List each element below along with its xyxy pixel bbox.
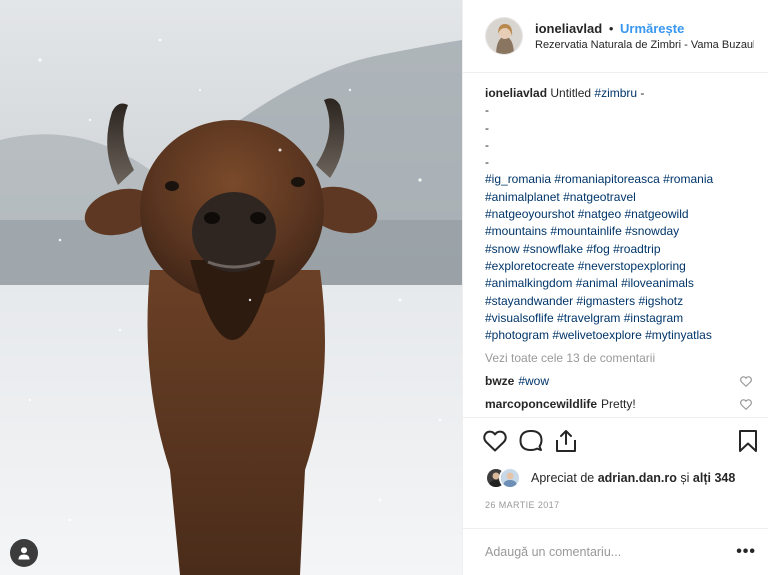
heart-icon[interactable] bbox=[740, 376, 752, 388]
liker-avatars bbox=[485, 467, 523, 489]
hashtag-link[interactable]: #ig_romania bbox=[485, 172, 551, 186]
hashtag-link[interactable]: #snow bbox=[485, 242, 520, 256]
hashtag-link[interactable]: #neverstopexploring bbox=[578, 259, 686, 273]
hashtag-line: #stayandwander #igmasters #igshotz bbox=[485, 293, 752, 310]
caption-dash-line: - bbox=[485, 103, 489, 118]
comment-icon bbox=[519, 429, 543, 451]
hashtag-link[interactable]: #roadtrip bbox=[613, 242, 660, 256]
hashtag-line: #animalkingdom #animal #iloveanimals bbox=[485, 275, 752, 292]
profile-picture-icon bbox=[501, 469, 519, 487]
heart-icon[interactable] bbox=[740, 399, 752, 411]
hashtag-line: #visualsoflife #travelgram #instagram bbox=[485, 310, 752, 327]
hashtag-link[interactable]: #mountainlife bbox=[550, 224, 621, 238]
hashtag-link[interactable]: #iloveanimals bbox=[621, 276, 694, 290]
hashtag-link[interactable]: #wow bbox=[518, 374, 549, 388]
post-modal: ioneliavlad • Urmărește Rezervatia Natur… bbox=[0, 0, 768, 575]
heart-icon bbox=[483, 430, 507, 451]
likes-row: Apreciat de adrian.dan.ro și alți 348 bbox=[463, 463, 768, 493]
profile-picture-icon bbox=[486, 18, 522, 54]
header-separator: • bbox=[608, 20, 614, 36]
save-button[interactable] bbox=[722, 426, 758, 456]
comment-text-wrap: bwze #wow bbox=[485, 373, 549, 390]
hashtag-line: #exploretocreate #neverstopexploring bbox=[485, 258, 752, 275]
post-header: ioneliavlad • Urmărește Rezervatia Natur… bbox=[463, 0, 768, 73]
hashtag-link[interactable]: #snowflake bbox=[523, 242, 583, 256]
hashtag-link[interactable]: #photogram bbox=[485, 328, 549, 342]
caption-dash-line: - bbox=[485, 155, 489, 170]
caption-first-line: ioneliavlad Untitled #zimbru - bbox=[485, 85, 752, 102]
person-icon bbox=[18, 547, 30, 560]
caption-title: Untitled bbox=[550, 86, 592, 100]
caption-username[interactable]: ioneliavlad bbox=[485, 86, 547, 100]
likes-summary: Apreciat de adrian.dan.ro și alți 348 bbox=[531, 471, 735, 485]
liker-username[interactable]: adrian.dan.ro bbox=[598, 471, 677, 485]
add-comment-bar: ••• bbox=[463, 528, 768, 575]
header-user-row: ioneliavlad • Urmărește bbox=[535, 20, 754, 37]
hashtag-link[interactable]: #instagram bbox=[624, 311, 683, 325]
hashtag-link[interactable]: #zimbru bbox=[594, 86, 637, 100]
hashtag-link[interactable]: #exploretocreate bbox=[485, 259, 574, 273]
comment-button[interactable] bbox=[519, 426, 555, 456]
hashtag-line: #snow #snowflake #fog #roadtrip bbox=[485, 241, 752, 258]
hashtag-line: #mountains #mountainlife #snowday bbox=[485, 223, 752, 240]
view-all-comments-link[interactable]: Vezi toate cele 13 de comentarii bbox=[485, 350, 752, 367]
share-button[interactable] bbox=[555, 426, 591, 456]
follow-button[interactable]: Urmărește bbox=[620, 21, 684, 36]
hashtag-link[interactable]: #travelgram bbox=[557, 311, 620, 325]
bookmark-icon bbox=[739, 429, 757, 452]
caption-dash-line: - bbox=[485, 120, 489, 135]
bison-image bbox=[0, 0, 462, 575]
hashtag-link[interactable]: #mytinyatlas bbox=[645, 328, 712, 342]
caption-suffix: - bbox=[637, 86, 645, 100]
hashtag-line: #ig_romania #romaniapitoreasca #romania bbox=[485, 171, 752, 188]
comment-row: marcoponcewildlife Pretty! bbox=[485, 396, 752, 413]
avatar[interactable] bbox=[499, 467, 521, 489]
like-button[interactable] bbox=[483, 426, 519, 456]
comment-username[interactable]: bwze bbox=[485, 374, 514, 388]
comment-input[interactable] bbox=[485, 545, 737, 559]
hashtag-line: #animalplanet #natgeotravel bbox=[485, 189, 752, 206]
post-photo[interactable] bbox=[0, 0, 462, 575]
hashtag-link[interactable]: #natgeoyourshot bbox=[485, 207, 574, 221]
hashtag-link[interactable]: #animalplanet bbox=[485, 190, 560, 204]
hashtag-link[interactable]: #igshotz bbox=[638, 294, 683, 308]
likes-prefix: Apreciat de bbox=[531, 471, 595, 485]
post-date[interactable]: 26 MARTIE 2017 bbox=[463, 493, 768, 517]
comment-username[interactable]: marcoponcewildlife bbox=[485, 397, 597, 411]
hashtag-link[interactable]: #natgeo bbox=[578, 207, 621, 221]
hashtag-link[interactable]: #igmasters bbox=[576, 294, 635, 308]
hashtag-line: #photogram #welivetoexplore #mytinyatlas bbox=[485, 327, 752, 344]
more-options-button[interactable]: ••• bbox=[736, 543, 756, 561]
share-icon bbox=[556, 429, 576, 452]
header-text: ioneliavlad • Urmărește Rezervatia Natur… bbox=[535, 20, 754, 53]
post-caption: ioneliavlad Untitled #zimbru - - - - - #ig_… bbox=[485, 85, 752, 344]
caption-dash-line: - bbox=[485, 137, 489, 152]
hashtag-link[interactable]: #romania bbox=[663, 172, 713, 186]
likes-and: și bbox=[680, 471, 690, 485]
likes-others-link[interactable]: alți 348 bbox=[693, 471, 735, 485]
header-username[interactable]: ioneliavlad bbox=[535, 21, 602, 36]
hashtag-link[interactable]: #welivetoexplore bbox=[552, 328, 641, 342]
hashtag-link[interactable]: #natgeotravel bbox=[563, 190, 636, 204]
hashtag-link[interactable]: #fog bbox=[586, 242, 609, 256]
action-bar bbox=[463, 417, 768, 463]
hashtag-link[interactable]: #mountains bbox=[485, 224, 547, 238]
comment-row: bwze #wow bbox=[485, 373, 752, 390]
comment-text-wrap: marcoponcewildlife Pretty! bbox=[485, 396, 636, 413]
hashtag-link[interactable]: #natgeowild bbox=[624, 207, 688, 221]
hashtag-link[interactable]: #animalkingdom bbox=[485, 276, 572, 290]
hashtag-line: #natgeoyourshot #natgeo #natgeowild bbox=[485, 206, 752, 223]
post-side-panel: ioneliavlad • Urmărește Rezervatia Natur… bbox=[462, 0, 768, 575]
tag-people-button[interactable] bbox=[10, 539, 38, 567]
hashtag-link[interactable]: #stayandwander bbox=[485, 294, 573, 308]
hashtag-link[interactable]: #visualsoflife bbox=[485, 311, 554, 325]
avatar[interactable] bbox=[485, 17, 523, 55]
hashtag-link[interactable]: #animal bbox=[576, 276, 618, 290]
comments-section: ioneliavlad Untitled #zimbru - - - - - #ig_… bbox=[463, 73, 768, 417]
hashtag-link[interactable]: #romaniapitoreasca bbox=[554, 172, 659, 186]
location-link[interactable]: Rezervatia Naturala de Zimbri - Vama Buz… bbox=[535, 37, 754, 53]
comment-text: Pretty! bbox=[601, 397, 636, 412]
hashtag-link[interactable]: #snowday bbox=[625, 224, 679, 238]
